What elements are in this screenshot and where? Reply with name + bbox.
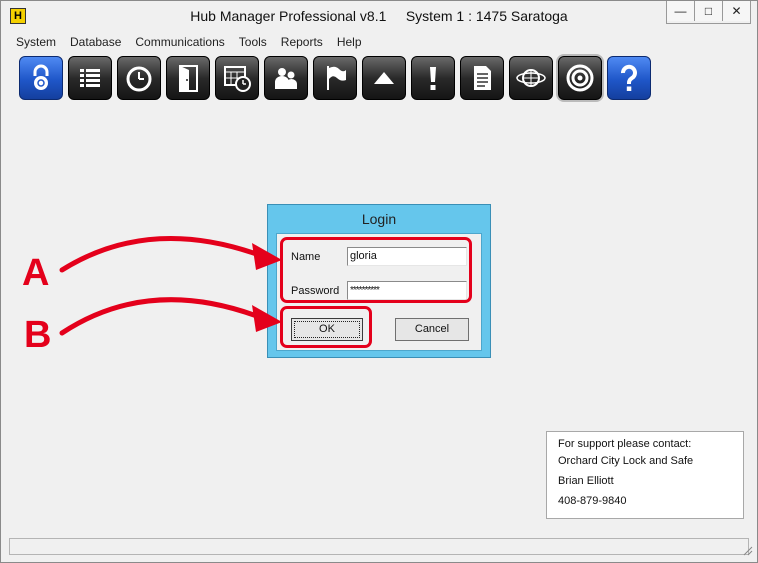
- document-icon: [474, 66, 491, 90]
- calendar-clock-icon: [224, 66, 251, 92]
- toolbar-list-button[interactable]: [68, 56, 112, 100]
- exclamation-icon: [430, 67, 436, 90]
- toolbar-users-button[interactable]: [264, 56, 308, 100]
- toolbar-help-button[interactable]: [607, 56, 651, 100]
- maximize-button[interactable]: □: [694, 1, 722, 21]
- flag-icon: [327, 66, 346, 90]
- clock-icon: [126, 66, 152, 92]
- door-icon: [179, 65, 198, 92]
- window-title: Hub Manager Professional v8.1 System 1 :…: [190, 8, 568, 24]
- toolbar-alert-button[interactable]: [411, 56, 455, 100]
- list-icon: [80, 69, 100, 87]
- toolbar-lock-button[interactable]: [19, 56, 63, 100]
- people-icon: [275, 68, 297, 89]
- toolbar-flag-button[interactable]: [313, 56, 357, 100]
- highlight-credentials: [280, 237, 472, 303]
- menu-help[interactable]: Help: [330, 34, 369, 52]
- menu-database[interactable]: Database: [63, 34, 128, 52]
- minimize-icon: —: [674, 4, 687, 18]
- marker-b: B: [24, 314, 52, 356]
- minimize-button[interactable]: —: [667, 1, 694, 21]
- toolbar-network-button[interactable]: [509, 56, 553, 100]
- target-icon: [566, 64, 594, 92]
- support-contact-name: Brian Elliott: [558, 475, 614, 487]
- highlight-ok: [280, 306, 372, 348]
- support-panel: For support please contact: Orchard City…: [546, 431, 744, 519]
- toolbar-target-button[interactable]: [558, 56, 602, 100]
- support-phone: 408-879-9840: [558, 495, 627, 507]
- support-company: Orchard City Lock and Safe: [558, 455, 694, 467]
- toolbar-up-button[interactable]: [362, 56, 406, 100]
- toolbar: [19, 56, 656, 100]
- close-button[interactable]: ✕: [722, 1, 750, 21]
- menu-reports[interactable]: Reports: [274, 34, 330, 52]
- cancel-button[interactable]: Cancel: [395, 318, 469, 341]
- marker-a: A: [22, 252, 50, 294]
- title-bar: H Hub Manager Professional v8.1 System 1…: [1, 1, 757, 31]
- support-intro: For support please contact:: [558, 438, 692, 450]
- toolbar-report-button[interactable]: [460, 56, 504, 100]
- window-controls: — □ ✕: [666, 1, 751, 24]
- close-icon: ✕: [731, 4, 742, 18]
- menu-tools[interactable]: Tools: [232, 34, 274, 52]
- menu-communications[interactable]: Communications: [128, 34, 231, 52]
- resize-grip-icon[interactable]: [741, 544, 753, 556]
- menu-system[interactable]: System: [9, 34, 63, 52]
- lock-icon: [33, 64, 49, 90]
- up-arrow-icon: [374, 72, 394, 84]
- status-bar: [9, 538, 749, 555]
- help-icon: [621, 64, 637, 91]
- menu-bar: System Database Communications Tools Rep…: [9, 34, 369, 52]
- toolbar-clock-button[interactable]: [117, 56, 161, 100]
- toolbar-door-button[interactable]: [166, 56, 210, 100]
- globe-icon: [516, 69, 546, 87]
- login-title: Login: [361, 211, 397, 227]
- maximize-icon: □: [704, 4, 713, 18]
- toolbar-schedule-button[interactable]: [215, 56, 259, 100]
